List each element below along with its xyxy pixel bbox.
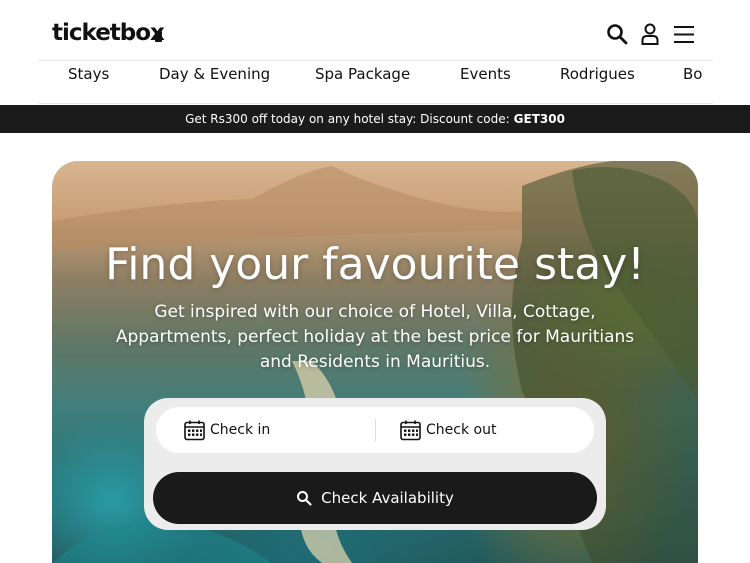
check-availability-label: Check Availability xyxy=(321,489,454,507)
date-range-picker: Check in Check out xyxy=(156,407,594,453)
promo-code: GET300 xyxy=(513,112,565,126)
nav-item-stays[interactable]: Stays xyxy=(68,65,109,83)
check-out-field[interactable]: Check out xyxy=(400,419,496,441)
calendar-icon xyxy=(184,420,205,440)
search-icon[interactable] xyxy=(605,22,629,46)
check-in-field[interactable]: Check in xyxy=(184,419,270,441)
nav-item-day-evening[interactable]: Day & Evening xyxy=(159,65,270,83)
calendar-icon xyxy=(400,420,421,440)
category-nav: Stays Day & Evening Spa Package Events R… xyxy=(38,60,713,104)
booking-panel: Check in Check out Check Availability xyxy=(144,398,606,530)
ticketbox-logo[interactable]: ticketbox xyxy=(52,20,165,46)
promo-text: Get Rs300 off today on any hotel stay: D… xyxy=(185,112,510,126)
search-icon xyxy=(297,491,312,506)
check-in-label: Check in xyxy=(210,422,271,438)
hero-banner: Find your favourite stay! Get inspired w… xyxy=(52,161,698,563)
nav-item-events[interactable]: Events xyxy=(460,65,511,83)
nav-item-truncated[interactable]: Bo xyxy=(683,65,702,83)
check-availability-button[interactable]: Check Availability xyxy=(153,472,597,524)
hero-title: Find your favourite stay! xyxy=(105,239,645,290)
hero-subtitle: Get inspired with our choice of Hotel, V… xyxy=(115,302,635,372)
logo-mark xyxy=(155,31,162,42)
user-icon[interactable] xyxy=(638,22,662,46)
nav-item-spa-package[interactable]: Spa Package xyxy=(315,65,410,83)
site-header: ticketbox xyxy=(0,0,750,62)
promo-banner: Get Rs300 off today on any hotel stay: D… xyxy=(0,105,750,133)
field-divider xyxy=(375,419,376,441)
nav-item-rodrigues[interactable]: Rodrigues xyxy=(560,65,635,83)
hamburger-menu-icon[interactable] xyxy=(672,22,696,46)
check-out-label: Check out xyxy=(426,422,497,438)
